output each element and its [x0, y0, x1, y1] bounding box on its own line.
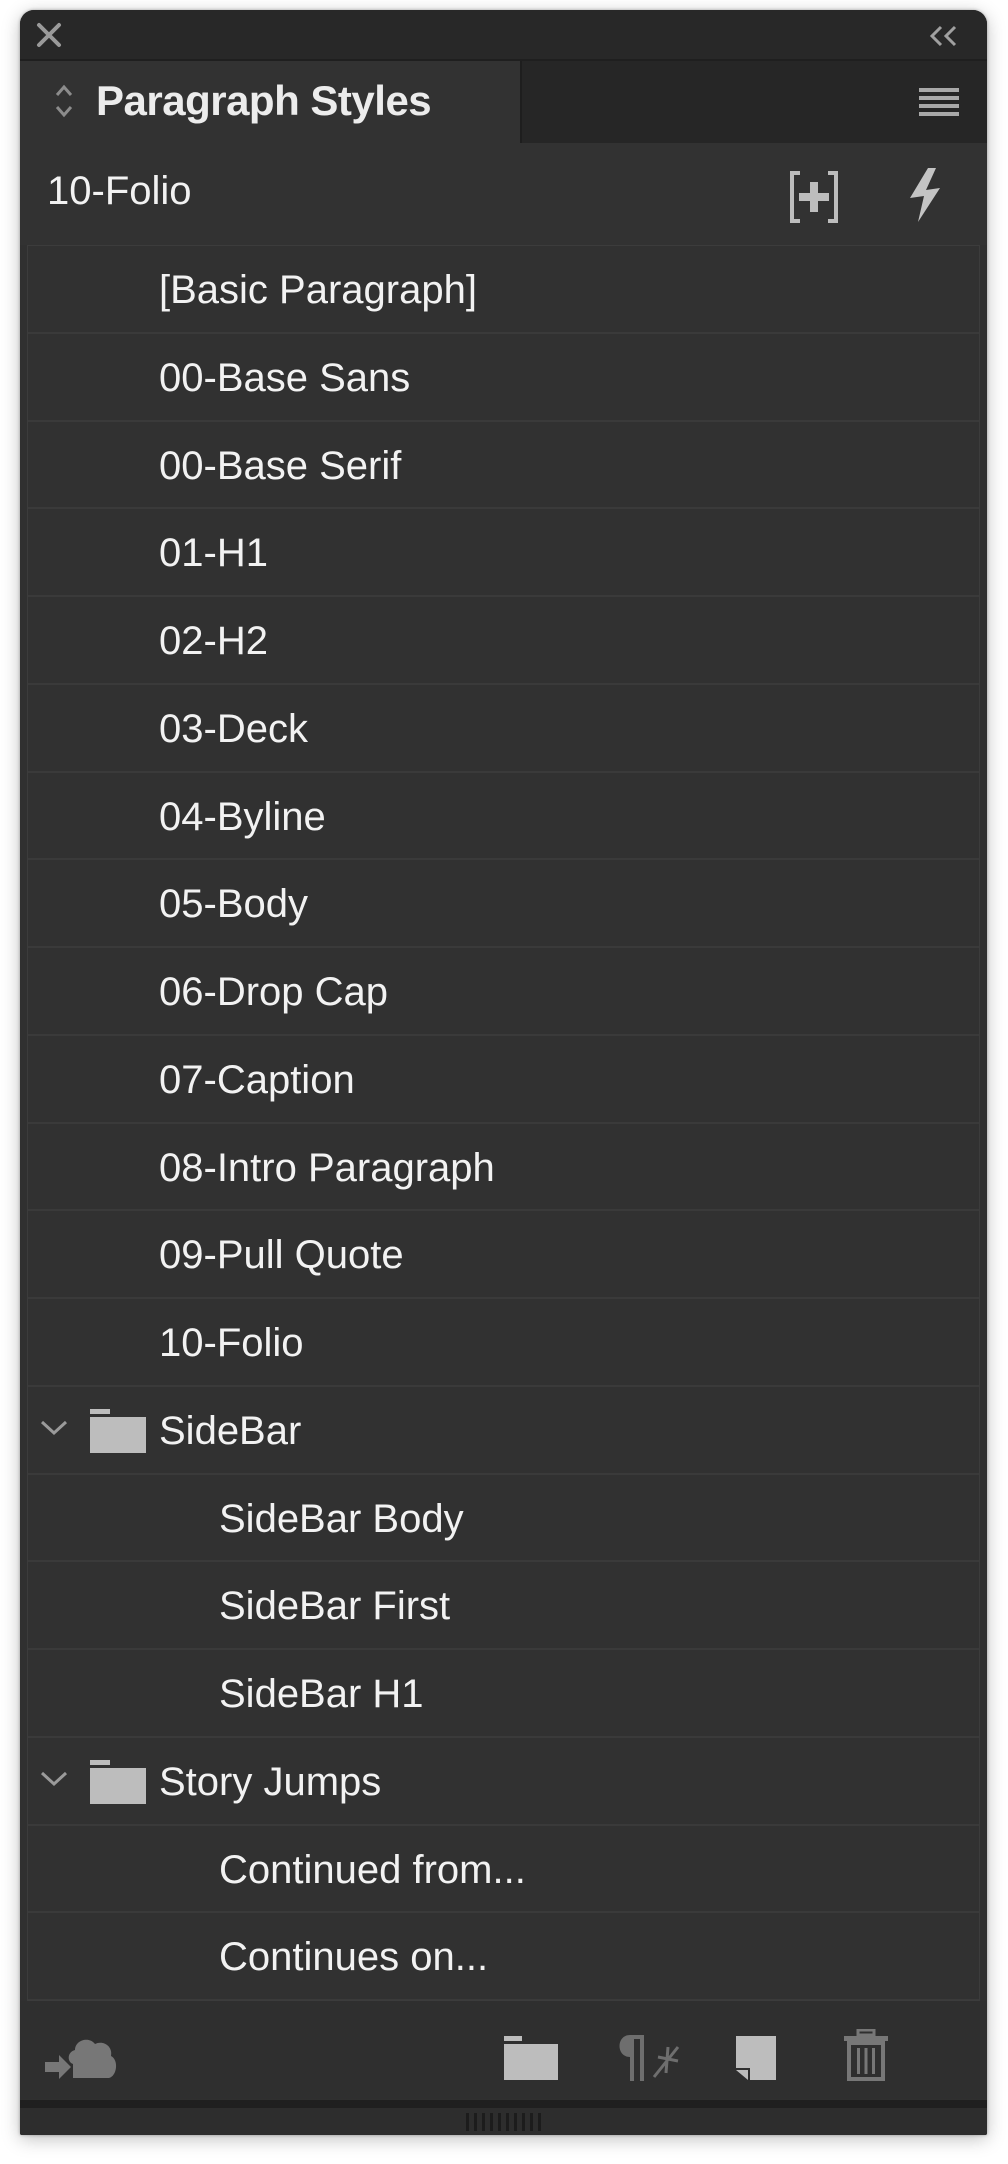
style-name: SideBar [159, 1408, 302, 1453]
cc-libraries-button[interactable] [43, 2036, 119, 2082]
style-name: SideBar First [219, 1584, 451, 1629]
style-row[interactable]: 08-Intro Paragraph [28, 1124, 979, 1212]
style-name: 01-H1 [159, 531, 268, 576]
style-row[interactable]: 03-Deck [28, 685, 979, 773]
style-row[interactable]: SideBar H1 [28, 1650, 979, 1738]
style-name: 03-Deck [159, 706, 308, 751]
collapse-panel-button[interactable] [927, 24, 961, 48]
resize-strip [20, 2100, 987, 2135]
style-name: 09-Pull Quote [159, 1233, 404, 1278]
style-row[interactable]: 04-Byline [28, 773, 979, 861]
grip-icon [466, 2113, 541, 2131]
style-name: 02-H2 [159, 619, 268, 663]
style-name: [Basic Paragraph] [159, 268, 477, 312]
chevron-down-icon[interactable] [38, 1768, 70, 1790]
style-group-row[interactable]: SideBar [28, 1387, 979, 1475]
new-page-icon [736, 2036, 776, 2080]
style-name: 00-Base Sans [159, 355, 411, 400]
panel-titlebar [20, 10, 987, 61]
tab-strip: Paragraph Styles [20, 61, 987, 143]
panel-menu-icon [919, 88, 959, 116]
pilcrow-asterisk-icon [619, 2035, 680, 2081]
delete-style-button[interactable] [842, 2028, 890, 2081]
create-new-style-button[interactable] [734, 2034, 778, 2080]
create-new-group-button[interactable] [503, 2036, 559, 2080]
quick-apply-button[interactable] [904, 166, 946, 224]
folder-icon [90, 1759, 146, 1804]
current-style-row: 10-Folio [20, 143, 987, 245]
style-name: Continues on... [219, 1935, 489, 1980]
style-row[interactable]: Continued from... [28, 1826, 979, 1914]
style-name: SideBar H1 [219, 1672, 424, 1716]
style-row[interactable]: 05-Body [28, 860, 979, 948]
style-name: 07-Caption [159, 1057, 355, 1102]
style-row[interactable]: 00-Base Serif [28, 422, 979, 510]
style-group-row[interactable]: Story Jumps [28, 1738, 979, 1826]
chevron-down-icon[interactable] [38, 1417, 70, 1439]
style-row[interactable]: [Basic Paragraph] [28, 246, 979, 334]
style-name: SideBar Body [219, 1496, 464, 1541]
paragraph-styles-panel: Paragraph Styles 10-Folio [Basic Paragra… [20, 10, 987, 2135]
style-name: 06-Drop Cap [159, 970, 389, 1014]
trash-icon [844, 2028, 888, 2081]
lightning-icon [910, 168, 940, 222]
style-row[interactable]: Continues on... [28, 1913, 979, 2000]
style-row[interactable]: 02-H2 [28, 597, 979, 685]
style-row[interactable]: 01-H1 [28, 509, 979, 597]
close-button[interactable] [34, 20, 64, 50]
tab-title: Paragraph Styles [96, 77, 432, 124]
current-style-name: 10-Folio [47, 169, 192, 213]
double-chevron-left-icon [929, 25, 957, 47]
style-row[interactable]: 07-Caption [28, 1036, 979, 1124]
style-name: 10-Folio [159, 1321, 304, 1365]
cloud-arrow-icon [45, 2039, 117, 2079]
style-name: 00-Base Serif [159, 443, 402, 488]
clear-overrides-button[interactable] [610, 2033, 682, 2083]
new-style-group-icon [790, 171, 838, 223]
close-icon [37, 23, 61, 47]
bottom-toolbar [20, 2001, 987, 2099]
style-row[interactable]: SideBar Body [28, 1475, 979, 1563]
style-row[interactable]: 00-Base Sans [28, 334, 979, 422]
folder-icon [90, 1408, 146, 1453]
up-down-chevron-icon [55, 84, 73, 118]
resize-grip[interactable] [464, 2111, 544, 2133]
style-name: 08-Intro Paragraph [159, 1145, 495, 1190]
style-row[interactable]: 09-Pull Quote [28, 1211, 979, 1299]
styles-list[interactable]: [Basic Paragraph] 00-Base Sans 00-Base Ser… [27, 245, 980, 2001]
panel-menu-button[interactable] [917, 85, 961, 119]
style-name: 04-Byline [159, 794, 326, 839]
style-row[interactable]: 10-Folio [28, 1299, 979, 1387]
tab-paragraph-styles[interactable]: Paragraph Styles [20, 61, 522, 143]
style-name: Continued from... [219, 1847, 526, 1892]
style-row[interactable]: 06-Drop Cap [28, 948, 979, 1036]
create-new-style-group-button[interactable] [788, 170, 840, 224]
style-row[interactable]: SideBar First [28, 1562, 979, 1650]
style-name: Story Jumps [159, 1759, 382, 1804]
style-name: 05-Body [159, 882, 308, 927]
folder-icon [504, 2036, 558, 2080]
